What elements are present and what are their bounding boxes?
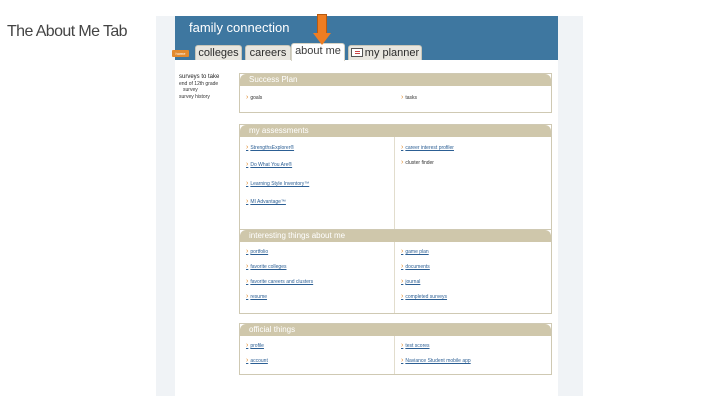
tab-my-planner-label: my planner — [364, 47, 420, 59]
naviance-mobile-app-link[interactable]: Naviance Student mobile app — [401, 357, 470, 364]
family-connection-app: family connection home colleges careers … — [172, 14, 558, 396]
tab-careers[interactable]: careers — [245, 45, 291, 60]
tab-my-planner[interactable]: my planner — [348, 45, 422, 60]
panel-success-plan: Success Plan goals tasks — [239, 73, 552, 113]
tab-colleges[interactable]: colleges — [195, 45, 242, 60]
journal-link[interactable]: journal — [401, 278, 420, 285]
panel-my-assessments: my assessments StrengthsExplorer® Do Wha… — [239, 124, 552, 231]
mi-advantage-link[interactable]: MI Advantage™ — [246, 198, 286, 205]
panel-interesting-things: interesting things about me portfolio fa… — [239, 229, 552, 314]
column-divider — [394, 137, 395, 230]
goals-link[interactable]: goals — [246, 94, 262, 101]
resume-link[interactable]: resume — [246, 293, 267, 300]
panel-header: interesting things about me — [240, 230, 551, 242]
game-plan-link[interactable]: game plan — [401, 248, 428, 255]
survey-history-link[interactable]: survey history — [179, 94, 239, 101]
home-tab[interactable]: home — [172, 50, 189, 57]
favorite-colleges-link[interactable]: favorite colleges — [246, 263, 286, 270]
brand-title: family connection — [189, 20, 290, 35]
profile-link[interactable]: profile — [246, 342, 264, 349]
column-divider — [394, 336, 395, 374]
learning-style-inventory-link[interactable]: Learning Style Inventory™ — [246, 180, 309, 187]
portfolio-link[interactable]: portfolio — [246, 248, 268, 255]
career-interest-profiler-link[interactable]: career interest profiler — [401, 144, 454, 151]
strengths-explorer-link[interactable]: StrengthsExplorer® — [246, 144, 294, 151]
test-scores-link[interactable]: test scores — [401, 342, 429, 349]
column-divider — [394, 242, 395, 313]
cluster-finder-link[interactable]: cluster finder — [401, 159, 434, 166]
planner-icon — [350, 48, 363, 57]
account-link[interactable]: account — [246, 357, 268, 364]
documents-link[interactable]: documents — [401, 263, 429, 270]
favorite-careers-link[interactable]: favorite careers and clusters — [246, 278, 313, 285]
panel-header: my assessments — [240, 125, 551, 137]
left-nav: surveys to take end of 12th grade survey… — [179, 74, 239, 100]
slide-title: The About Me Tab — [7, 23, 128, 40]
orange-arrow-icon — [313, 14, 331, 45]
panel-header: Success Plan — [240, 74, 551, 86]
app-header: family connection home colleges careers … — [172, 16, 558, 61]
tasks-link[interactable]: tasks — [401, 94, 417, 101]
do-what-you-are-link[interactable]: Do What You Are® — [246, 161, 292, 168]
completed-surveys-link[interactable]: completed surveys — [401, 293, 447, 300]
panel-official-things: official things profile account test sco… — [239, 323, 552, 375]
panel-header: official things — [240, 324, 551, 336]
tab-about-me[interactable]: about me — [291, 43, 345, 61]
